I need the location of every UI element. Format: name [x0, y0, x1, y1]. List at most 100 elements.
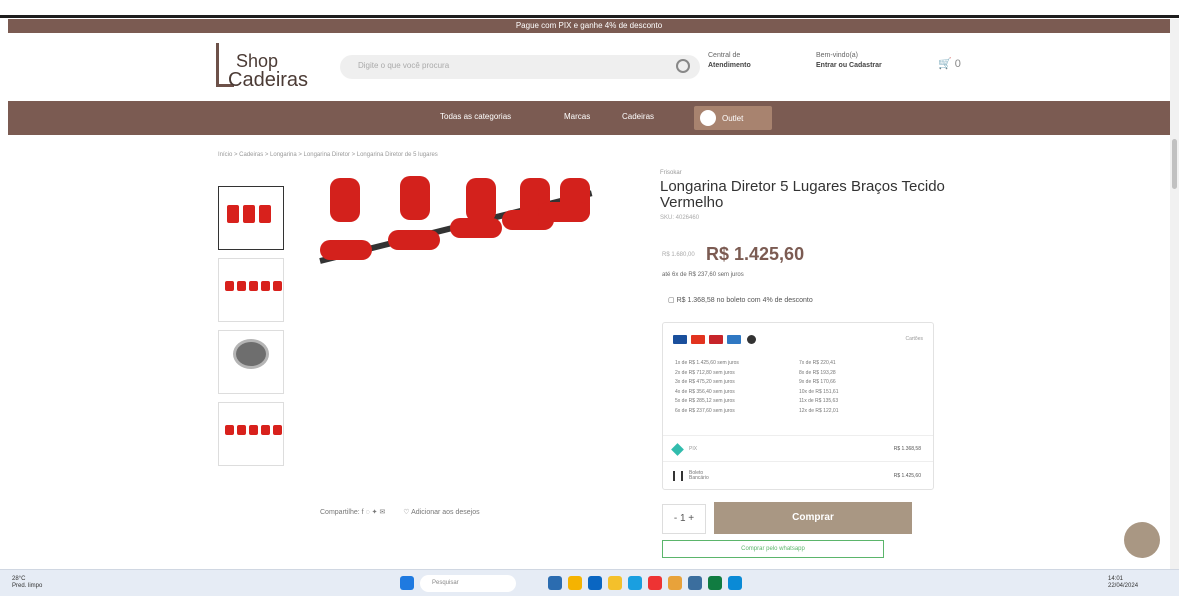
seat-back	[466, 178, 496, 222]
old-price: R$ 1.680,00	[662, 252, 695, 258]
app-icon[interactable]	[548, 576, 562, 590]
installment-row: 12x de R$ 122,01	[799, 407, 839, 414]
promo-banner: Pague com PIX e ganhe 4% de desconto	[8, 19, 1170, 33]
clock[interactable]: 14:01 22/04/2024	[1108, 576, 1138, 590]
scrollbar[interactable]	[1170, 19, 1179, 569]
support-link[interactable]: Central de Atendimento	[708, 51, 751, 71]
breadcrumb[interactable]: Início > Cadeiras > Longarina > Longarin…	[218, 152, 438, 158]
nav-item-brands[interactable]: Marcas	[564, 112, 590, 121]
search-bar[interactable]: Digite o que você procura	[340, 55, 700, 79]
installment-row: 1x de R$ 1.425,60 sem juros	[675, 360, 739, 366]
seat	[320, 240, 372, 260]
file-explorer-icon[interactable]	[608, 576, 622, 590]
installment-row: 9x de R$ 170,66	[799, 379, 836, 385]
product-main-image[interactable]	[300, 170, 630, 330]
search-icon[interactable]	[676, 59, 690, 73]
search-input[interactable]: Digite o que você procura	[358, 61, 449, 70]
pix-label: PIX	[689, 446, 698, 452]
app-icon[interactable]	[588, 576, 602, 590]
windows-start-icon[interactable]	[400, 576, 414, 590]
taskbar-search[interactable]: Pesquisar	[420, 575, 516, 592]
main-nav: Todas as categorias Marcas Cadeiras Outl…	[8, 101, 1170, 135]
seat-back	[400, 176, 430, 220]
weather-widget[interactable]: 28°C Pred. limpo	[12, 576, 42, 590]
payment-toggle[interactable]: Cartões	[905, 336, 923, 342]
edge-icon[interactable]	[628, 576, 642, 590]
logo-line2: Cadeiras	[228, 69, 309, 91]
share-row: Compartilhe: f ◌ ✦ ✉ ♡ Adicionar aos des…	[320, 508, 480, 516]
support-bold: Atendimento	[708, 62, 751, 69]
email-icon[interactable]: ✉	[379, 509, 385, 516]
seat	[388, 230, 440, 250]
browser-top-edge	[0, 0, 1179, 18]
whatsapp-icon[interactable]: ◌	[366, 509, 370, 516]
increase-button[interactable]: +	[688, 513, 694, 524]
time-text: 14:01	[1108, 576, 1124, 582]
boleto-text: R$ 1.368,58 no boleto com 4% de desconto	[676, 297, 813, 304]
seat	[538, 202, 590, 222]
installment-row: 7x de R$ 220,41	[799, 360, 836, 366]
scrollbar-thumb[interactable]	[1172, 139, 1177, 189]
product-title: Longarina Diretor 5 Lugares Braços Tecid…	[660, 178, 945, 211]
cart-icon: 🛒	[938, 58, 952, 70]
barcode-icon	[673, 471, 683, 481]
product-sku: SKU: 4026460	[660, 215, 700, 221]
weather-temp: 28°C	[12, 576, 26, 582]
diners-icon	[747, 335, 756, 344]
product-info: Frisokar Longarina Diretor 5 Lugares Bra…	[660, 170, 960, 221]
quantity-value: 1	[679, 513, 686, 524]
boleto-value: R$ 1.425,60	[893, 473, 921, 479]
installment-row: 4x de R$ 356,40 sem juros	[675, 388, 735, 395]
excel-icon[interactable]	[708, 576, 722, 590]
divider	[663, 435, 933, 436]
payment-options: Cartões 1x de R$ 1.425,60 sem juros 2x d…	[662, 322, 934, 490]
wishlist-link[interactable]: Adicionar aos desejos	[411, 509, 480, 516]
weather-desc: Pred. limpo	[12, 583, 43, 589]
installment-row: 5x de R$ 285,12 sem juros	[675, 398, 735, 404]
app-icon[interactable]	[648, 576, 662, 590]
account-bold: Entrar ou Cadastrar	[816, 62, 882, 69]
whatsapp-buy-button[interactable]: Comprar pelo whatsapp	[662, 540, 884, 558]
boleto-label: Boleto Bancário	[689, 470, 709, 481]
app-icon[interactable]	[728, 576, 742, 590]
installment-row: 8x de R$ 193,28	[799, 369, 836, 376]
pix-icon	[671, 443, 684, 456]
cart-button[interactable]: 🛒 0	[938, 57, 964, 73]
app-icon[interactable]	[688, 576, 702, 590]
app-icon[interactable]	[568, 576, 582, 590]
quantity-stepper[interactable]: - 1 +	[662, 504, 706, 534]
mastercard-icon	[691, 335, 705, 344]
account-link[interactable]: Bem-vindo(a) Entrar ou Cadastrar	[816, 51, 882, 71]
warranty-seal-icon	[233, 339, 269, 369]
share-label: Compartilhe:	[320, 509, 360, 516]
nav-item-chairs[interactable]: Cadeiras	[622, 112, 654, 121]
heart-icon[interactable]: ♡	[403, 509, 409, 516]
chat-bubble-icon[interactable]	[1124, 522, 1160, 558]
site-header: Shop Cadeiras Digite o que você procura …	[8, 33, 1170, 101]
date-text: 22/04/2024	[1108, 583, 1139, 589]
buy-button[interactable]: Comprar	[714, 502, 912, 534]
promo-text: Pague com PIX e ganhe 4% de desconto	[515, 21, 663, 30]
installment-row: 6x de R$ 237,60 sem juros	[675, 407, 735, 414]
outlet-icon	[700, 110, 716, 126]
pix-value: R$ 1.368,58	[893, 446, 921, 452]
nav-item-categories[interactable]: Todas as categorias	[440, 112, 511, 121]
logo[interactable]: Shop Cadeiras	[216, 43, 336, 93]
installment-row: 10x de R$ 151,61	[799, 388, 839, 395]
installment-row: 2x de R$ 712,80 sem juros	[675, 369, 735, 376]
chrome-icon[interactable]	[668, 576, 682, 590]
cart-count: 0	[954, 58, 961, 70]
boleto-discount: ▢ R$ 1.368,58 no boleto com 4% de descon…	[668, 296, 813, 304]
support-label: Central de	[708, 52, 741, 59]
installment-row: 3x de R$ 475,20 sem juros	[675, 379, 735, 385]
installments-list-left: 1x de R$ 1.425,60 sem juros 2x de R$ 712…	[675, 359, 739, 416]
seat-back	[330, 178, 360, 222]
thumbnail-4[interactable]	[218, 402, 284, 466]
thumbnail-1[interactable]	[218, 186, 284, 250]
taskbar: 28°C Pred. limpo Pesquisar 14:01 22/04/2…	[0, 569, 1179, 596]
product-brand[interactable]: Frisokar	[660, 170, 960, 176]
installment-row: 11x de R$ 135,63	[799, 398, 839, 404]
nav-item-outlet[interactable]: Outlet	[694, 106, 772, 130]
thumbnail-2[interactable]	[218, 258, 284, 322]
thumbnail-3[interactable]	[218, 330, 284, 394]
